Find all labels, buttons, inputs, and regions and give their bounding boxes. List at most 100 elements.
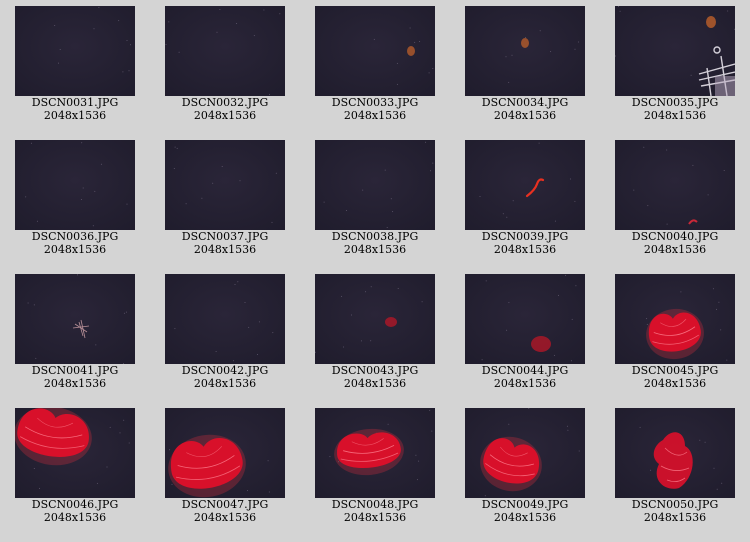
thumbnail-caption: DSCN0042.JPG 2048x1536 xyxy=(150,364,300,390)
thumbnail-caption: DSCN0036.JPG 2048x1536 xyxy=(0,230,150,256)
thumbnail-dimensions: 2048x1536 xyxy=(643,109,707,122)
thumbnail-filename[interactable]: DSCN0033.JPG xyxy=(300,96,450,109)
thumbnail-cell: DSCN0048.JPG 2048x1536 xyxy=(300,402,450,536)
thumbnail-dimensions: 2048x1536 xyxy=(643,511,707,524)
thumbnail-cell: DSCN0049.JPG 2048x1536 xyxy=(450,402,600,536)
thumbnail-filename[interactable]: DSCN0046.JPG xyxy=(0,498,150,511)
thumbnail-cell: DSCN0043.JPG 2048x1536 xyxy=(300,268,450,402)
thumbnail-filename[interactable]: DSCN0039.JPG xyxy=(450,230,600,243)
thumbnail-caption: DSCN0032.JPG 2048x1536 xyxy=(150,96,300,122)
thumbnail-dimensions: 2048x1536 xyxy=(343,377,407,390)
thumbnail-filename[interactable]: DSCN0031.JPG xyxy=(0,96,150,109)
thumbnail-cell: DSCN0047.JPG 2048x1536 xyxy=(150,402,300,536)
thumbnail-image[interactable] xyxy=(465,140,585,230)
thumbnail-caption: DSCN0035.JPG 2048x1536 xyxy=(600,96,750,122)
thumbnail-caption: DSCN0045.JPG 2048x1536 xyxy=(600,364,750,390)
thumbnail-cell: DSCN0045.JPG 2048x1536 xyxy=(600,268,750,402)
thumbnail-image[interactable] xyxy=(315,140,435,230)
thumbnail-image[interactable] xyxy=(315,6,435,96)
thumbnail-caption: DSCN0031.JPG 2048x1536 xyxy=(0,96,150,122)
thumbnail-image[interactable] xyxy=(615,274,735,364)
thumbnail-dimensions: 2048x1536 xyxy=(193,243,257,256)
thumbnail-caption: DSCN0049.JPG 2048x1536 xyxy=(450,498,600,524)
thumbnail-image[interactable] xyxy=(315,274,435,364)
thumbnail-image[interactable] xyxy=(15,274,135,364)
thumbnail-dimensions: 2048x1536 xyxy=(493,243,557,256)
thumbnail-image[interactable] xyxy=(15,140,135,230)
thumbnail-filename[interactable]: DSCN0032.JPG xyxy=(150,96,300,109)
thumbnail-caption: DSCN0037.JPG 2048x1536 xyxy=(150,230,300,256)
thumbnail-gallery: DSCN0031.JPG 2048x1536 DSCN0032.JPG 2048x1… xyxy=(0,0,750,542)
thumbnail-image[interactable] xyxy=(615,140,735,230)
thumbnail-cell: DSCN0032.JPG 2048x1536 xyxy=(150,0,300,134)
thumbnail-caption: DSCN0050.JPG 2048x1536 xyxy=(600,498,750,524)
thumbnail-filename[interactable]: DSCN0035.JPG xyxy=(600,96,750,109)
thumbnail-dimensions: 2048x1536 xyxy=(343,511,407,524)
thumbnail-dimensions: 2048x1536 xyxy=(643,243,707,256)
thumbnail-filename[interactable]: DSCN0049.JPG xyxy=(450,498,600,511)
thumbnail-filename[interactable]: DSCN0050.JPG xyxy=(600,498,750,511)
thumbnail-image[interactable] xyxy=(615,408,735,498)
thumbnail-cell: DSCN0042.JPG 2048x1536 xyxy=(150,268,300,402)
thumbnail-dimensions: 2048x1536 xyxy=(643,377,707,390)
thumbnail-cell: DSCN0037.JPG 2048x1536 xyxy=(150,134,300,268)
thumbnail-filename[interactable]: DSCN0043.JPG xyxy=(300,364,450,377)
thumbnail-cell: DSCN0050.JPG 2048x1536 xyxy=(600,402,750,536)
thumbnail-dimensions: 2048x1536 xyxy=(43,511,107,524)
thumbnail-dimensions: 2048x1536 xyxy=(493,109,557,122)
thumbnail-caption: DSCN0044.JPG 2048x1536 xyxy=(450,364,600,390)
thumbnail-caption: DSCN0048.JPG 2048x1536 xyxy=(300,498,450,524)
thumbnail-filename[interactable]: DSCN0040.JPG xyxy=(600,230,750,243)
thumbnail-cell: DSCN0040.JPG 2048x1536 xyxy=(600,134,750,268)
thumbnail-image[interactable] xyxy=(15,408,135,498)
thumbnail-filename[interactable]: DSCN0047.JPG xyxy=(150,498,300,511)
thumbnail-dimensions: 2048x1536 xyxy=(43,243,107,256)
thumbnail-cell: DSCN0044.JPG 2048x1536 xyxy=(450,268,600,402)
thumbnail-image[interactable] xyxy=(165,408,285,498)
thumbnail-cell: DSCN0036.JPG 2048x1536 xyxy=(0,134,150,268)
thumbnail-image[interactable] xyxy=(315,408,435,498)
thumbnail-dimensions: 2048x1536 xyxy=(493,511,557,524)
thumbnail-caption: DSCN0033.JPG 2048x1536 xyxy=(300,96,450,122)
thumbnail-caption: DSCN0046.JPG 2048x1536 xyxy=(0,498,150,524)
thumbnail-image[interactable] xyxy=(615,6,735,96)
thumbnail-filename[interactable]: DSCN0042.JPG xyxy=(150,364,300,377)
thumbnail-caption: DSCN0039.JPG 2048x1536 xyxy=(450,230,600,256)
thumbnail-cell: DSCN0035.JPG 2048x1536 xyxy=(600,0,750,134)
thumbnail-image[interactable] xyxy=(165,274,285,364)
thumbnail-cell: DSCN0034.JPG 2048x1536 xyxy=(450,0,600,134)
thumbnail-cell: DSCN0041.JPG 2048x1536 xyxy=(0,268,150,402)
thumbnail-dimensions: 2048x1536 xyxy=(43,109,107,122)
thumbnail-caption: DSCN0047.JPG 2048x1536 xyxy=(150,498,300,524)
thumbnail-dimensions: 2048x1536 xyxy=(193,377,257,390)
thumbnail-dimensions: 2048x1536 xyxy=(193,109,257,122)
thumbnail-caption: DSCN0043.JPG 2048x1536 xyxy=(300,364,450,390)
thumbnail-image[interactable] xyxy=(15,6,135,96)
thumbnail-cell: DSCN0031.JPG 2048x1536 xyxy=(0,0,150,134)
thumbnail-dimensions: 2048x1536 xyxy=(43,377,107,390)
thumbnail-caption: DSCN0038.JPG 2048x1536 xyxy=(300,230,450,256)
thumbnail-caption: DSCN0041.JPG 2048x1536 xyxy=(0,364,150,390)
thumbnail-image[interactable] xyxy=(465,408,585,498)
thumbnail-filename[interactable]: DSCN0044.JPG xyxy=(450,364,600,377)
thumbnail-filename[interactable]: DSCN0037.JPG xyxy=(150,230,300,243)
thumbnail-dimensions: 2048x1536 xyxy=(343,243,407,256)
thumbnail-filename[interactable]: DSCN0041.JPG xyxy=(0,364,150,377)
thumbnail-filename[interactable]: DSCN0045.JPG xyxy=(600,364,750,377)
thumbnail-dimensions: 2048x1536 xyxy=(493,377,557,390)
thumbnail-filename[interactable]: DSCN0034.JPG xyxy=(450,96,600,109)
thumbnail-caption: DSCN0034.JPG 2048x1536 xyxy=(450,96,600,122)
thumbnail-filename[interactable]: DSCN0038.JPG xyxy=(300,230,450,243)
thumbnail-cell: DSCN0039.JPG 2048x1536 xyxy=(450,134,600,268)
thumbnail-filename[interactable]: DSCN0048.JPG xyxy=(300,498,450,511)
thumbnail-image[interactable] xyxy=(165,6,285,96)
thumbnail-image[interactable] xyxy=(465,6,585,96)
thumbnail-dimensions: 2048x1536 xyxy=(343,109,407,122)
thumbnail-image[interactable] xyxy=(165,140,285,230)
thumbnail-dimensions: 2048x1536 xyxy=(193,511,257,524)
thumbnail-image[interactable] xyxy=(465,274,585,364)
thumbnail-caption: DSCN0040.JPG 2048x1536 xyxy=(600,230,750,256)
thumbnail-cell: DSCN0033.JPG 2048x1536 xyxy=(300,0,450,134)
thumbnail-cell: DSCN0046.JPG 2048x1536 xyxy=(0,402,150,536)
thumbnail-filename[interactable]: DSCN0036.JPG xyxy=(0,230,150,243)
